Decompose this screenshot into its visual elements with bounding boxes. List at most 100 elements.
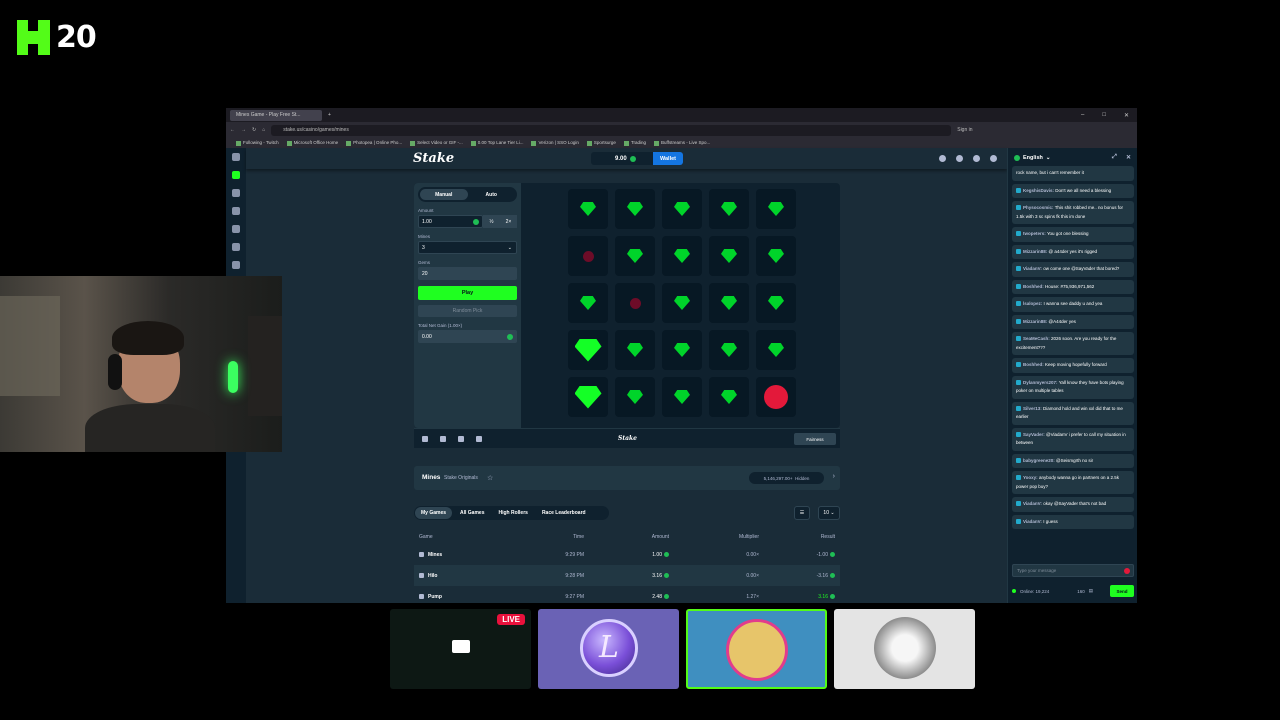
recent-icon[interactable] [232, 225, 240, 233]
chevron-down-icon[interactable]: ⌄ [1046, 155, 1051, 161]
mine-tile[interactable] [662, 236, 702, 276]
challenges-icon[interactable] [232, 243, 240, 251]
table-row[interactable]: Hilo 9:28 PM 3.16 0.00× -3.16 [414, 565, 840, 586]
thumb-live-stream[interactable]: LIVE [390, 609, 531, 689]
mine-tile[interactable] [756, 189, 796, 229]
maximize-icon[interactable]: □ [1102, 112, 1106, 119]
fairness-button[interactable]: Fairness [794, 433, 836, 445]
chat-username[interactable]: Mizzarin88: [1023, 319, 1047, 324]
mine-tile[interactable] [615, 330, 655, 370]
bookmark-item[interactable]: 0.00 Top Lane Tier Li... [471, 140, 524, 145]
mines-select[interactable]: 3 ⌄ [418, 241, 517, 254]
mine-tile[interactable] [756, 236, 796, 276]
chat-username[interactable]: Boshhed: [1023, 362, 1044, 367]
auto-tab[interactable]: Auto [468, 189, 516, 200]
chat-username[interactable]: twopeters: [1023, 231, 1046, 236]
bookmark-item[interactable]: Photopea | Online Pho... [346, 140, 402, 145]
double-button[interactable]: 2× [500, 215, 517, 228]
mine-tile[interactable] [615, 377, 655, 417]
emoji-icon[interactable] [1124, 568, 1130, 574]
home-icon[interactable]: ⌂ [262, 127, 265, 133]
mine-tile[interactable] [756, 377, 796, 417]
chat-username[interactable]: KegshisDavis: [1023, 188, 1054, 193]
favorite-star-icon[interactable]: ☆ [487, 474, 493, 482]
chat-username[interactable]: Boshhed: [1023, 284, 1044, 289]
game-name[interactable]: Hilo [428, 573, 437, 579]
close-window-icon[interactable]: ✕ [1124, 112, 1129, 119]
mine-tile[interactable] [615, 189, 655, 229]
thumb-channel-2[interactable]: L [538, 609, 679, 689]
address-field[interactable]: stake.us/casino/games/mines [271, 124, 952, 136]
trend-icon[interactable] [476, 436, 482, 442]
chat-username[interactable]: ViadanV: [1023, 266, 1042, 271]
language-select[interactable]: English [1023, 155, 1043, 161]
search-icon[interactable] [939, 155, 946, 162]
bets-icon[interactable] [232, 261, 240, 269]
mine-tile[interactable] [615, 283, 655, 323]
mine-tile[interactable] [709, 189, 749, 229]
tab-race-leaderboard[interactable]: Race Leaderboard [536, 507, 592, 519]
table-row[interactable]: Pump 9:27 PM 2.48 1.27× 3.16 [414, 586, 840, 603]
popout-icon[interactable]: ⤢ [1112, 154, 1117, 161]
table-row[interactable]: Mines 9:29 PM 1.00 0.00× -1.00 [414, 544, 840, 565]
chat-username[interactable]: SeaMeCash: [1023, 336, 1050, 341]
mine-tile[interactable] [662, 377, 702, 417]
mine-tile[interactable] [568, 189, 608, 229]
chat-username[interactable]: lsalopez: [1023, 301, 1042, 306]
balance-display[interactable]: 9.00 [591, 152, 653, 165]
tab-high-rollers[interactable]: High Rollers [492, 507, 533, 519]
sign-in-link[interactable]: Sign in [957, 127, 972, 133]
game-name[interactable]: Mines [428, 552, 442, 558]
close-icon[interactable]: ✕ [1126, 154, 1131, 161]
thumb-channel-3[interactable] [686, 609, 827, 689]
mine-tile[interactable] [709, 377, 749, 417]
mine-tile[interactable] [568, 236, 608, 276]
mine-tile[interactable] [568, 283, 608, 323]
bookmark-item[interactable]: Microsoft Office Home [287, 140, 338, 145]
menu-icon[interactable] [232, 153, 240, 161]
forward-icon[interactable]: → [241, 127, 246, 133]
half-button[interactable]: ½ [483, 215, 500, 228]
favorites-icon[interactable] [232, 207, 240, 215]
bookmark-item[interactable]: Sportsurge [587, 140, 616, 145]
play-button[interactable]: Play [418, 286, 517, 300]
thumb-channel-4[interactable] [834, 609, 975, 689]
page-size-select[interactable]: 10 ⌄ [818, 506, 840, 520]
mine-tile[interactable] [615, 236, 655, 276]
chevron-right-icon[interactable]: › [833, 473, 835, 480]
browser-tab[interactable]: Mines Game - Play Free St... [230, 109, 322, 121]
mine-tile[interactable] [709, 236, 749, 276]
chat-username[interactable]: Physocosmic: [1023, 205, 1054, 210]
mine-tile[interactable] [662, 189, 702, 229]
chat-username[interactable]: Dylanmyers207: [1023, 380, 1058, 385]
notifications-icon[interactable] [973, 155, 980, 162]
user-icon[interactable] [956, 155, 963, 162]
mine-tile[interactable] [709, 283, 749, 323]
new-tab-icon[interactable]: + [328, 112, 331, 118]
tab-my-games[interactable]: My Games [415, 507, 453, 519]
chat-username[interactable]: ViadanV: [1023, 519, 1042, 524]
bookmark-item[interactable]: Buffstreams - Live Spo... [654, 140, 710, 145]
settings-icon[interactable] [422, 436, 428, 442]
random-pick-button[interactable]: Random Pick [418, 305, 517, 317]
bookmark-item[interactable]: Select Video or GIF -... [410, 140, 463, 145]
amount-input[interactable]: 1.00 [418, 215, 483, 228]
minimize-icon[interactable]: – [1081, 112, 1084, 119]
chat-username[interactable]: Mizzarin88: [1023, 249, 1047, 254]
mine-tile[interactable] [756, 283, 796, 323]
chat-input[interactable]: Type your message [1012, 564, 1134, 577]
reload-icon[interactable]: ↻ [252, 127, 256, 133]
sports-icon[interactable] [232, 189, 240, 197]
wallet-button[interactable]: Wallet [653, 152, 683, 165]
mine-tile[interactable] [568, 377, 608, 417]
game-provider[interactable]: Stake Originals [444, 475, 478, 481]
send-button[interactable]: Send [1110, 585, 1134, 597]
casino-icon[interactable] [232, 171, 240, 179]
mine-tile[interactable] [709, 330, 749, 370]
rules-icon[interactable]: ▤ [1089, 588, 1093, 594]
theatre-icon[interactable] [440, 436, 446, 442]
stake-logo[interactable]: Stake [413, 151, 454, 166]
chat-username[interactable]: babygreene20: [1023, 458, 1055, 463]
back-icon[interactable]: ← [230, 127, 235, 133]
chat-icon[interactable] [990, 155, 997, 162]
